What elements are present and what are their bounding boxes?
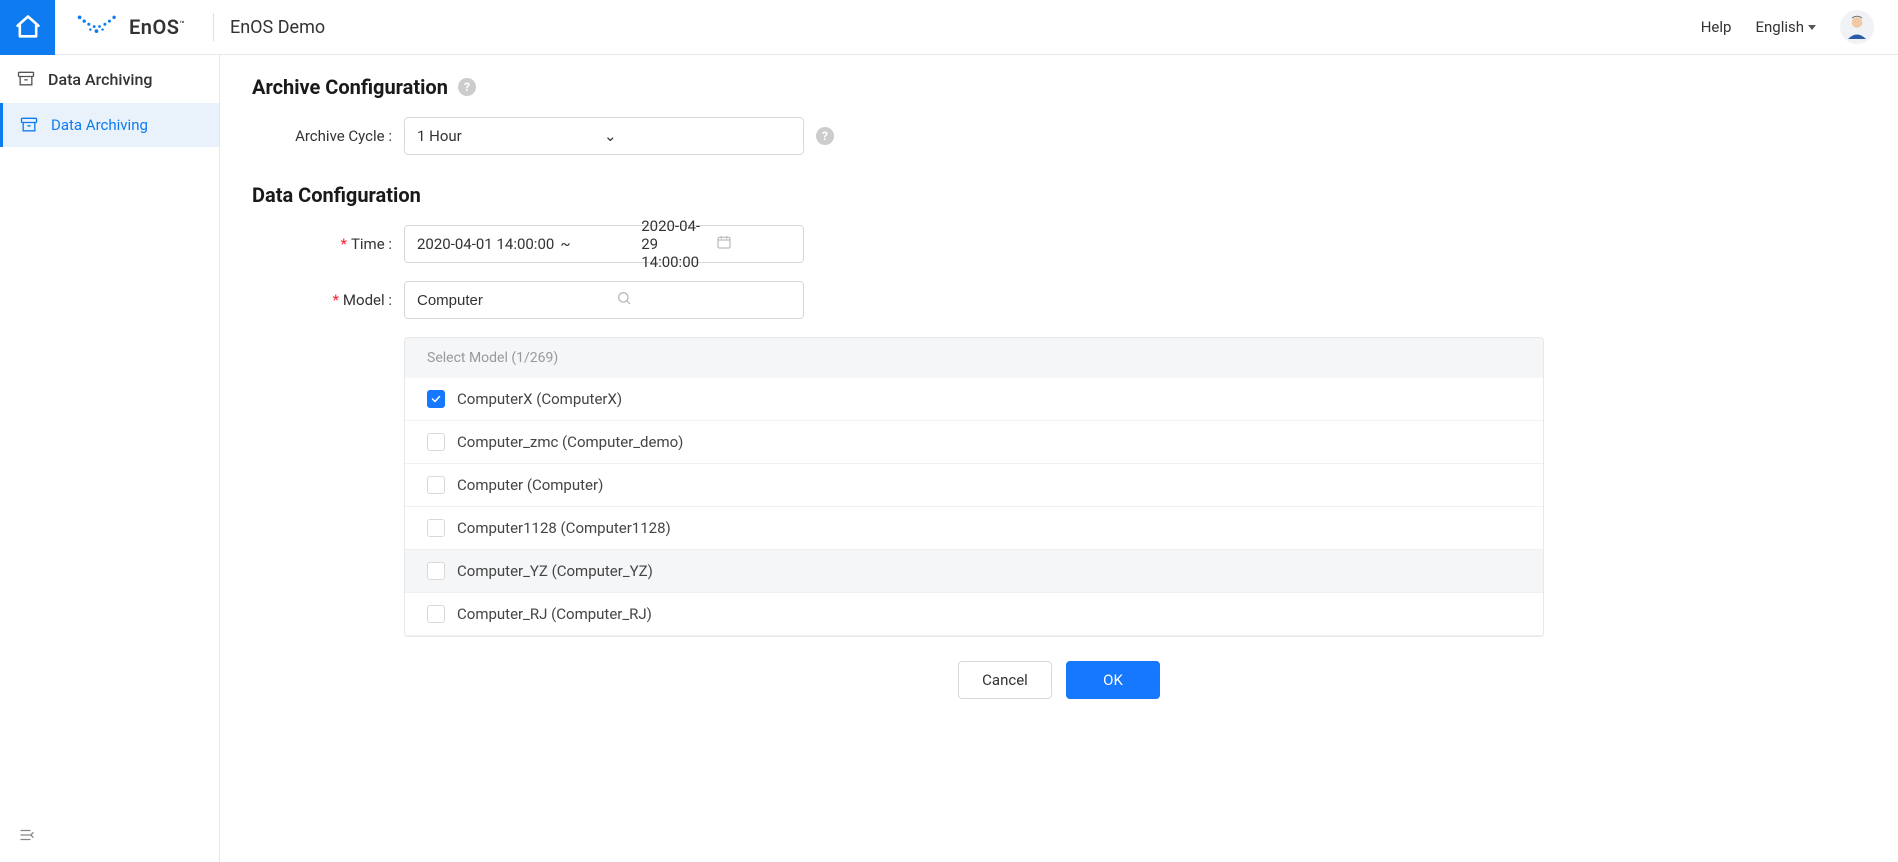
model-row[interactable]: Computer_YZ (Computer_YZ) [405,550,1543,593]
model-search-input[interactable] [417,292,616,309]
model-panel-header: Select Model (1/269) [405,338,1543,378]
sidebar: Data Archiving Data Archiving [0,55,220,862]
app-logo-box[interactable] [0,0,55,55]
help-icon[interactable]: ? [816,127,834,145]
ok-button[interactable]: OK [1066,661,1160,699]
model-select-panel: Select Model (1/269) ComputerX (Computer… [404,337,1544,637]
checkbox[interactable] [427,476,445,494]
help-link[interactable]: Help [1701,18,1732,36]
time-end: 2020-04-29 14:00:00 [641,217,716,271]
time-label: *Time : [252,235,392,253]
model-label: Computer_zmc (Computer_demo) [457,433,683,451]
model-label: Computer_RJ (Computer_RJ) [457,605,652,623]
checkbox[interactable] [427,390,445,408]
checkbox[interactable] [427,519,445,537]
model-row[interactable]: Computer (Computer) [405,464,1543,507]
model-list[interactable]: ComputerX (ComputerX) Computer_zmc (Compu… [405,378,1543,636]
collapse-icon [18,826,36,844]
sidebar-item-archiving[interactable]: Data Archiving [0,103,219,147]
checkbox[interactable] [427,433,445,451]
help-icon[interactable]: ? [458,78,476,96]
sidebar-section-archiving: Data Archiving [0,55,219,103]
data-config-title: Data Configuration [252,183,1866,207]
language-selector[interactable]: English [1755,18,1816,36]
avatar[interactable] [1840,10,1874,44]
sidebar-item-label: Data Archiving [51,116,148,134]
model-row[interactable]: ComputerX (ComputerX) [405,378,1543,421]
page-title: EnOS Demo [222,17,325,38]
archive-cycle-value: 1 Hour [417,127,604,145]
brand: EnOS™ [55,10,205,44]
archive-cycle-label: Archive Cycle : [252,127,392,145]
brand-text: EnOS™ [129,15,185,39]
model-label: *Model : [252,291,392,309]
time-range-input[interactable]: 2020-04-01 14:00:00 ~ 2020-04-29 14:00:0… [404,225,804,263]
model-row[interactable]: Computer_zmc (Computer_demo) [405,421,1543,464]
brand-swoosh-icon [75,10,121,44]
header-divider [213,13,214,41]
model-label: Computer (Computer) [457,476,603,494]
form-footer: Cancel OK [252,661,1866,699]
archive-cycle-select[interactable]: 1 Hour ⌄ [404,117,804,155]
search-icon [616,290,791,310]
model-row[interactable]: Computer_RJ (Computer_RJ) [405,593,1543,636]
model-search-input-box[interactable] [404,281,804,319]
sidebar-collapse-button[interactable] [0,812,219,862]
time-start: 2020-04-01 14:00:00 [417,235,554,253]
checkbox[interactable] [427,562,445,580]
language-label: English [1755,18,1804,36]
model-label: Computer_YZ (Computer_YZ) [457,562,653,580]
archive-icon [16,69,36,89]
calendar-icon [716,234,791,254]
chevron-down-icon: ⌄ [604,127,791,145]
sidebar-section-label: Data Archiving [48,70,152,89]
model-label: Computer1128 (Computer1128) [457,519,671,537]
cancel-button[interactable]: Cancel [958,661,1052,699]
checkbox[interactable] [427,605,445,623]
caret-down-icon [1808,25,1816,30]
app-header: EnOS™ EnOS Demo Help English [0,0,1898,55]
home-icon [14,13,42,41]
archive-icon [19,115,39,135]
main-content: Archive Configuration ? Archive Cycle : … [220,55,1898,862]
archive-config-title: Archive Configuration ? [252,75,1866,99]
model-row[interactable]: Computer1128 (Computer1128) [405,507,1543,550]
model-label: ComputerX (ComputerX) [457,390,622,408]
